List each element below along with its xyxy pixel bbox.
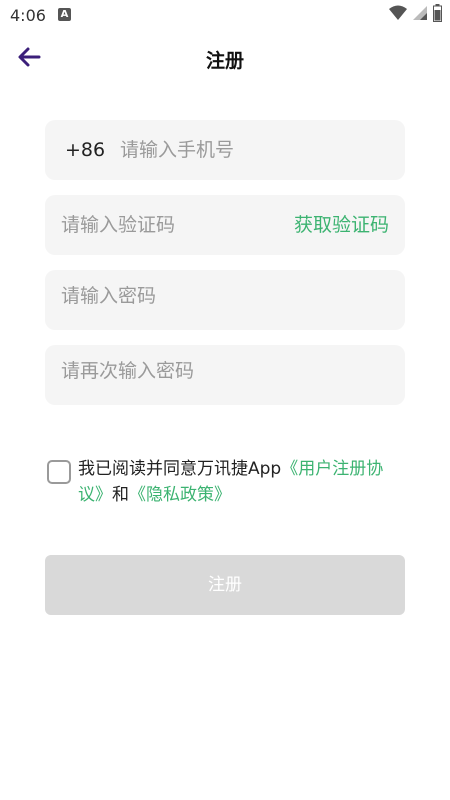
wifi-icon bbox=[389, 5, 407, 25]
phone-field[interactable]: +86 请输入手机号 bbox=[45, 120, 405, 180]
phone-input[interactable]: 请输入手机号 bbox=[120, 120, 234, 180]
password-input[interactable]: 请输入密码 bbox=[61, 266, 156, 326]
register-button[interactable]: 注册 bbox=[45, 555, 405, 615]
status-time: 4:06 bbox=[10, 6, 46, 25]
battery-icon bbox=[433, 4, 442, 26]
confirm-password-input[interactable]: 请再次输入密码 bbox=[61, 341, 194, 401]
notification-badge-icon: A bbox=[58, 8, 71, 21]
agreement-checkbox[interactable] bbox=[47, 460, 71, 484]
cell-signal-icon bbox=[413, 5, 427, 25]
page-title: 注册 bbox=[205, 50, 244, 72]
status-icons bbox=[389, 4, 442, 26]
get-code-button[interactable]: 获取验证码 bbox=[294, 195, 389, 255]
verification-code-input[interactable]: 请输入验证码 bbox=[61, 195, 175, 255]
verification-code-field[interactable]: 请输入验证码 获取验证码 bbox=[45, 195, 405, 255]
password-field[interactable]: 请输入密码 bbox=[45, 270, 405, 330]
agreement-conjunction: 和 bbox=[112, 485, 129, 505]
app-bar: 注册 bbox=[0, 30, 450, 86]
agreement-label: 我已阅读并同意万讯捷App bbox=[78, 459, 282, 479]
privacy-policy-link[interactable]: 《隐私政策》 bbox=[129, 485, 231, 505]
agreement-text: 我已阅读并同意万讯捷App《用户注册协议》和《隐私政策》 bbox=[78, 456, 408, 508]
confirm-password-field[interactable]: 请再次输入密码 bbox=[45, 345, 405, 405]
country-code[interactable]: +86 bbox=[65, 120, 105, 180]
status-bar: 4:06 A bbox=[0, 0, 450, 30]
